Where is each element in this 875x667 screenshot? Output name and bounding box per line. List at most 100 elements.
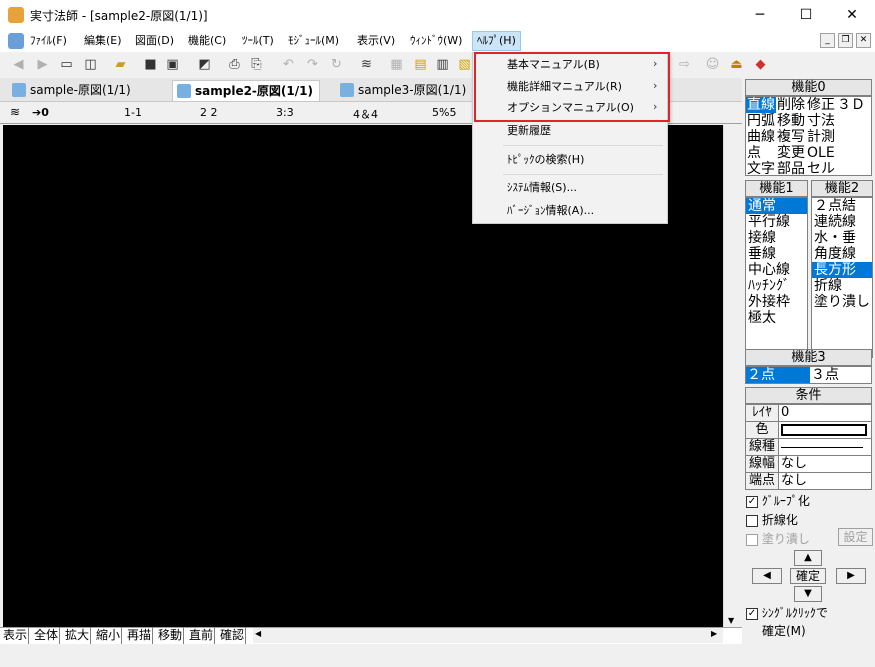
mdi-restore-button[interactable]: ❐ xyxy=(838,33,853,48)
cmd-zoom-out[interactable]: 縮小 xyxy=(95,627,123,644)
menu-tool[interactable]: ﾂｰﾙ(T) xyxy=(242,33,274,49)
func3-two-point[interactable]: ２点 xyxy=(746,367,810,383)
func0-cell[interactable]: セル xyxy=(806,161,836,177)
list-item[interactable]: 連続線 xyxy=(812,214,872,230)
cmd-zoom-in[interactable]: 拡大 xyxy=(64,627,92,644)
list-item[interactable]: 平行線 xyxy=(746,214,807,230)
layer-1[interactable]: 1-1 xyxy=(124,106,142,119)
help-face-icon[interactable]: ☺ xyxy=(704,56,721,73)
redo-icon[interactable]: ↷ xyxy=(304,56,321,73)
list-item[interactable]: 垂線 xyxy=(746,246,807,262)
list-item[interactable]: 角度線 xyxy=(812,246,872,262)
maximize-button[interactable]: ☐ xyxy=(783,0,829,30)
func0-ole[interactable]: OLE xyxy=(806,145,836,161)
menu-file[interactable]: ﾌｧｲﾙ(F) xyxy=(30,33,67,49)
list-item[interactable]: 通常 xyxy=(746,198,807,214)
new-window-icon[interactable]: ◫ xyxy=(82,56,99,73)
func0-3d[interactable]: ３Ｄ xyxy=(836,97,866,113)
arrow-icon[interactable]: ⇨ xyxy=(676,56,693,73)
layer-3[interactable]: 3:3 xyxy=(276,106,294,119)
endpoint-row[interactable]: 端点 なし xyxy=(746,473,871,490)
color-row[interactable]: 色 xyxy=(746,422,871,439)
tab-sample2[interactable]: sample2-原図(1/1) xyxy=(172,80,320,101)
layer-icon[interactable]: ≋ xyxy=(358,56,375,73)
close-button[interactable]: ✕ xyxy=(829,0,875,30)
layer-current[interactable]: ➔0 xyxy=(32,106,49,119)
print-preview-icon[interactable]: ⎘ xyxy=(248,56,265,73)
menu-drawing[interactable]: 図面(D) xyxy=(135,33,174,49)
polyline-option[interactable]: 折線化 xyxy=(746,511,798,528)
list-item[interactable]: 折線 xyxy=(812,278,872,294)
vertical-scrollbar[interactable]: ▼ xyxy=(723,125,742,627)
scroll-left-icon[interactable]: ◀ xyxy=(255,629,261,638)
func0-line[interactable]: 直線 xyxy=(746,97,776,113)
cmd-pan[interactable]: 移動 xyxy=(157,627,185,644)
menu-item-topic-search[interactable]: ﾄﾋﾟｯｸの検索(H) xyxy=(507,153,584,167)
fill-checkbox[interactable] xyxy=(746,533,758,546)
func0-text[interactable]: 文字 xyxy=(746,161,776,177)
list-item[interactable]: 極太 xyxy=(746,310,807,326)
group-option[interactable]: ✓ ｸﾞﾙｰﾌﾟ化 xyxy=(746,492,810,509)
single-click-checkbox[interactable]: ✓ xyxy=(746,607,758,620)
forward-icon[interactable]: ▶ xyxy=(34,56,51,73)
list-item[interactable]: 長方形 xyxy=(812,262,872,278)
func0-point[interactable]: 点 xyxy=(746,145,762,161)
export-icon[interactable]: ◩ xyxy=(196,56,213,73)
func0-part[interactable]: 部品 xyxy=(776,161,806,177)
arrow-up-button[interactable]: ▲ xyxy=(794,550,822,566)
save-icon[interactable]: ■ xyxy=(142,56,159,73)
print-icon[interactable]: ⎙ xyxy=(226,56,243,73)
snap-icon[interactable]: ▥ xyxy=(434,56,451,73)
menu-item-version-info[interactable]: ﾊﾞｰｼﾞｮﾝ情報(A)... xyxy=(507,204,594,218)
list-item[interactable]: 中心線 xyxy=(746,262,807,278)
list-item[interactable]: 接線 xyxy=(746,230,807,246)
cube-icon[interactable]: ◆ xyxy=(752,56,769,73)
mdi-minimize-button[interactable]: _ xyxy=(820,33,835,48)
layer-2[interactable]: 2 2 xyxy=(200,106,218,119)
open-folder-icon[interactable]: ▰ xyxy=(112,56,129,73)
exit-icon[interactable]: ⏏ xyxy=(728,56,745,73)
fill-option[interactable]: 塗り潰し xyxy=(746,530,810,547)
func0-modify[interactable]: 修正 xyxy=(806,97,836,113)
polyline-checkbox[interactable] xyxy=(746,514,758,527)
func0-curve[interactable]: 曲線 xyxy=(746,129,776,145)
undo-icon[interactable]: ↶ xyxy=(280,56,297,73)
tool-icon[interactable]: ▧ xyxy=(456,56,473,73)
settings-button[interactable]: 設定 xyxy=(838,528,873,546)
single-click-option[interactable]: ✓ ｼﾝｸﾞﾙｸﾘｯｸで xyxy=(746,606,828,620)
mdi-close-button[interactable]: ✕ xyxy=(856,33,871,48)
cmd-show[interactable]: 表示 xyxy=(2,627,30,644)
minimize-button[interactable]: ─ xyxy=(737,0,783,30)
cmd-all[interactable]: 全体 xyxy=(33,627,61,644)
menu-window[interactable]: ｳｨﾝﾄﾞｳ(W) xyxy=(410,33,462,49)
func3-three-point[interactable]: ３点 xyxy=(810,367,840,383)
cmd-redraw[interactable]: 再描 xyxy=(126,627,154,644)
func0-arc[interactable]: 円弧 xyxy=(746,113,776,129)
document-icon[interactable] xyxy=(8,33,24,49)
menu-help[interactable]: ﾍﾙﾌﾟ(H) xyxy=(472,31,521,51)
arrow-right-button[interactable]: ▶ xyxy=(836,568,866,584)
app-icon[interactable] xyxy=(8,7,24,23)
func0-copy[interactable]: 複写 xyxy=(776,129,806,145)
func0-change[interactable]: 変更 xyxy=(776,145,806,161)
confirm-button[interactable]: 確定 xyxy=(790,568,826,584)
menu-function[interactable]: 機能(C) xyxy=(188,33,226,49)
func0-dimension[interactable]: 寸法 xyxy=(806,113,836,129)
layer-row[interactable]: ﾚｲﾔ 0 xyxy=(746,405,871,422)
list-item[interactable]: 外接枠 xyxy=(746,294,807,310)
list-item[interactable]: ２点結 xyxy=(812,198,872,214)
layer-stack-icon[interactable]: ≋ xyxy=(10,105,20,119)
arrow-left-button[interactable]: ◀ xyxy=(752,568,782,584)
grid-icon[interactable]: ▦ xyxy=(388,56,405,73)
horizontal-scrollbar[interactable]: ◀ ▶ xyxy=(253,628,723,643)
repeat-icon[interactable]: ↻ xyxy=(328,56,345,73)
arrow-down-button[interactable]: ▼ xyxy=(794,586,822,602)
menu-view[interactable]: 表示(V) xyxy=(357,33,395,49)
func0-measure[interactable]: 計測 xyxy=(806,129,836,145)
func2-list[interactable]: ２点結 連続線 水・垂 角度線 長方形 折線 塗り潰し xyxy=(811,197,873,358)
list-item[interactable]: 塗り潰し xyxy=(812,294,872,310)
list-item[interactable]: ﾊｯﾁﾝｸﾞ xyxy=(746,278,807,294)
tab-sample[interactable]: sample-原図(1/1) xyxy=(8,80,137,101)
menu-module[interactable]: ﾓｼﾞｭｰﾙ(M) xyxy=(288,33,339,49)
cmd-confirm[interactable]: 確認 xyxy=(219,627,247,644)
